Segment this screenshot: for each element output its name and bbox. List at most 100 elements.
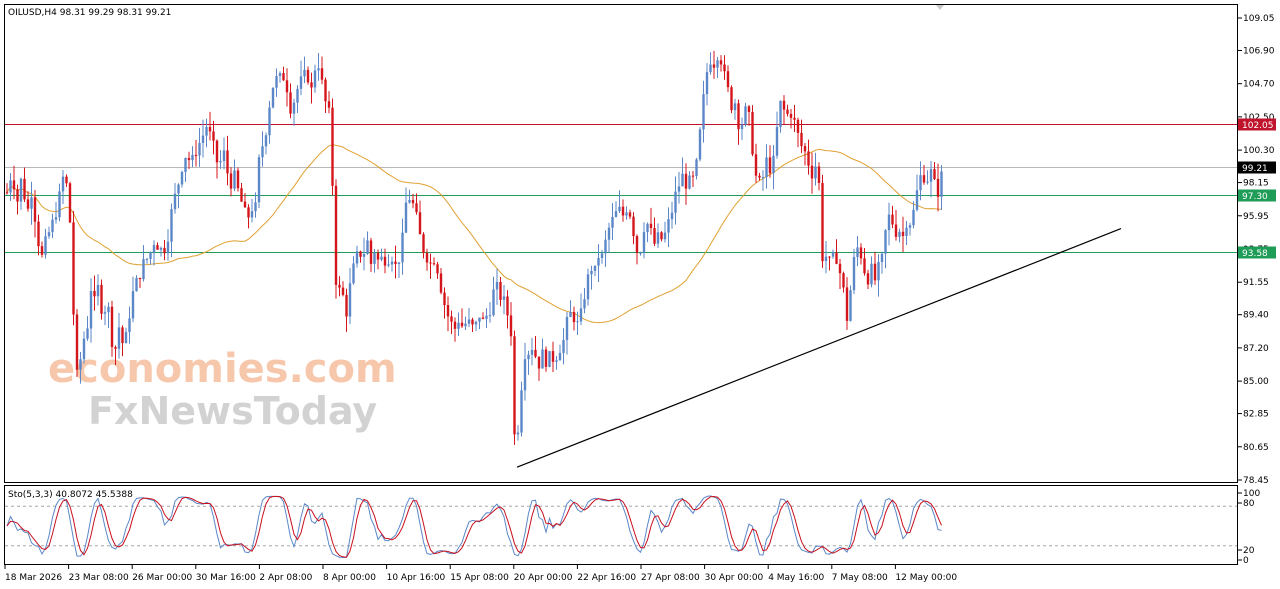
candle-body — [590, 270, 593, 275]
candle-body — [215, 140, 219, 163]
candle-body — [362, 253, 366, 257]
candle-body — [824, 256, 828, 262]
candle-body — [201, 135, 205, 143]
candle-body — [646, 223, 649, 233]
candle-body — [551, 351, 555, 362]
candle-body — [131, 291, 135, 319]
candle-body — [198, 142, 201, 156]
candle-body — [583, 299, 586, 309]
candle-body — [51, 219, 54, 233]
candle-body — [208, 127, 212, 132]
candle-body — [523, 359, 527, 391]
candle-body — [894, 224, 898, 237]
candle-body — [688, 175, 691, 189]
candle-body — [61, 176, 65, 192]
candle-body — [163, 247, 166, 254]
candle-body — [485, 315, 488, 319]
candle-body — [191, 154, 194, 161]
candle-body — [44, 236, 47, 255]
time-tick-label: 15 Apr 08:00 — [450, 573, 509, 583]
candle-body — [289, 92, 292, 114]
candle-body — [674, 191, 677, 213]
candle-body — [436, 264, 439, 274]
candle-body — [576, 321, 579, 323]
time-tick-label: 30 Apr 00:00 — [705, 573, 764, 583]
watermark-fxnewstoday: FxNewsToday — [88, 389, 377, 433]
candle-body — [33, 197, 37, 222]
candle-body — [502, 296, 506, 300]
candle-body — [345, 294, 348, 317]
oscillator-axis: 10080 200 — [1238, 489, 1260, 566]
time-tick-label: 2 Apr 08:00 — [259, 573, 312, 583]
candle-body — [873, 263, 877, 281]
chart-header: OILUSD,H4 98.31 99.29 98.31 99.21 — [8, 8, 171, 18]
price-chart[interactable]: economies.com FxNewsToday 109.05 106.90 10… — [0, 0, 1280, 589]
candle-body — [376, 253, 380, 260]
time-tick-label: 22 Apr 16:00 — [577, 573, 636, 583]
price-axis: 109.05106.90104.70102.50100.3098.1595.95… — [1238, 14, 1276, 486]
candle-body — [341, 287, 345, 295]
candle-body — [618, 206, 621, 212]
candle-body — [471, 319, 474, 325]
candle-body — [19, 178, 23, 202]
candle-body — [639, 252, 642, 254]
candle-body — [880, 253, 884, 263]
candle-body — [418, 212, 422, 235]
candle-body — [233, 170, 236, 189]
candle-body — [499, 281, 502, 300]
candle-body — [513, 336, 516, 435]
candle-body — [495, 281, 499, 290]
candle-body — [5, 192, 9, 194]
oscillator-tick-label: 0 — [1243, 556, 1249, 566]
candle-body — [429, 262, 432, 264]
candle-body — [390, 261, 394, 265]
candle-body — [887, 214, 891, 231]
candle-body — [726, 71, 730, 88]
candle-body — [870, 263, 873, 285]
price-tick-label: 98.15 — [1243, 179, 1269, 189]
candle-body — [303, 69, 306, 77]
candle-body — [411, 199, 415, 204]
price-tick-label: 91.55 — [1243, 278, 1269, 288]
candle-body — [166, 241, 170, 254]
price-tick-label: 80.65 — [1243, 443, 1269, 453]
candle-body — [128, 318, 131, 333]
candle-body — [541, 349, 544, 369]
candle-body — [740, 124, 744, 130]
candle-body — [915, 190, 919, 210]
time-tick-label: 18 Mar 2026 — [5, 573, 62, 583]
candle-body — [775, 127, 779, 156]
candle-body — [68, 183, 72, 223]
oscillator-tick-label: 20 — [1243, 546, 1255, 556]
candle-body — [103, 312, 107, 314]
candle-body — [607, 227, 611, 240]
candle-body — [520, 390, 523, 433]
time-tick-label: 12 May 00:00 — [895, 573, 957, 583]
candle-body — [842, 273, 845, 288]
candle-body — [467, 319, 471, 324]
candle-body — [159, 247, 163, 250]
time-axis: 18 Mar 2026 23 Mar 08:00 26 Mar 00:00 30 Ma… — [4, 565, 957, 583]
time-tick-label: 23 Mar 08:00 — [69, 573, 129, 583]
watermark: economies.com FxNewsToday — [48, 346, 397, 433]
candle-body — [334, 185, 338, 285]
candle-body — [268, 107, 271, 136]
candle-body — [765, 157, 768, 178]
candle-body — [457, 322, 460, 329]
candle-body — [12, 180, 16, 190]
time-tick-label: 10 Apr 16:00 — [387, 573, 446, 583]
candle-body — [229, 173, 233, 189]
candle-body — [23, 178, 26, 200]
time-tick-label: 30 Mar 16:00 — [196, 573, 256, 583]
candle-body — [296, 88, 299, 103]
candle-body — [751, 112, 754, 155]
candle-body — [187, 157, 191, 161]
candle-body — [919, 175, 922, 191]
candle-body — [369, 240, 373, 264]
candle-body — [324, 79, 327, 102]
candle-body — [782, 100, 786, 110]
candle-body — [222, 150, 226, 161]
candle-body — [565, 316, 569, 340]
price-tick-label: 89.40 — [1243, 311, 1269, 321]
candle-body — [660, 232, 663, 240]
